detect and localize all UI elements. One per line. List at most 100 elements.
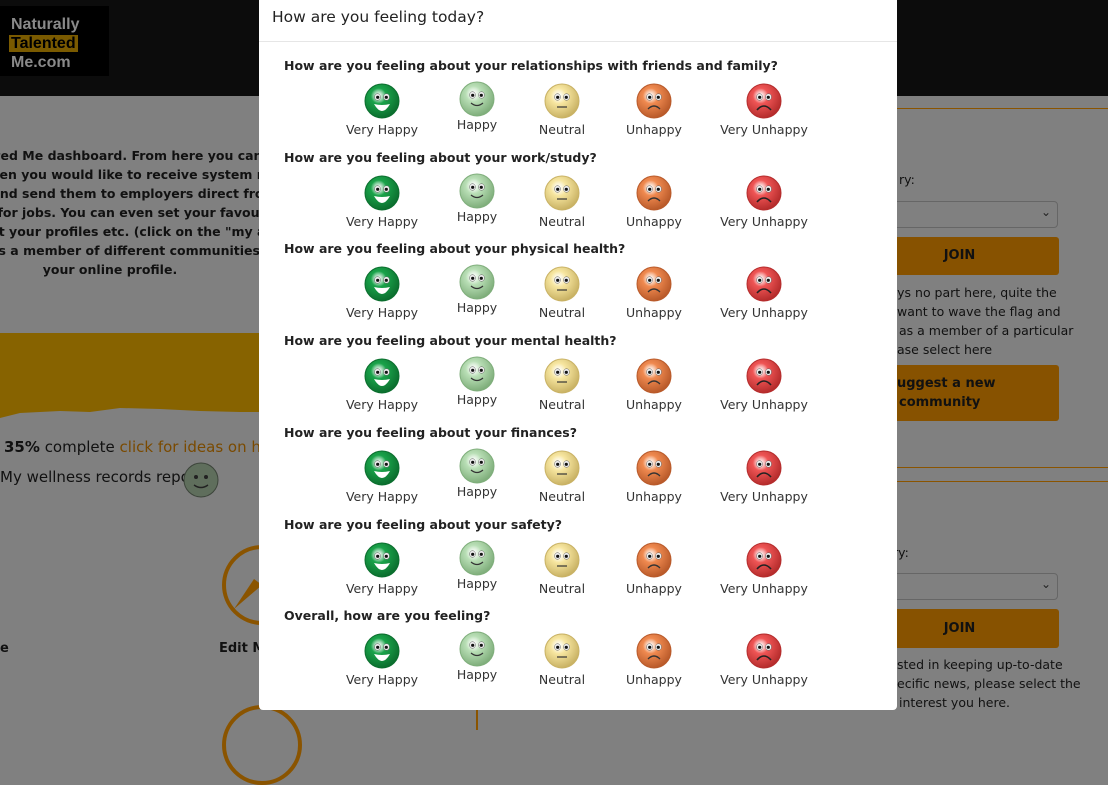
mood-option-very-unhappy[interactable]: Very Unhappy: [714, 633, 814, 687]
mood-option-very-unhappy[interactable]: Very Unhappy: [714, 266, 814, 320]
mood-option-very-happy[interactable]: Very Happy: [332, 542, 432, 596]
very-happy-face-icon: [332, 542, 432, 578]
mood-option-label: Neutral: [538, 122, 586, 137]
unhappy-face-icon: [604, 633, 704, 669]
info-text: sted in keeping up-to-date: [897, 657, 1063, 672]
mood-option-label: Very Happy: [345, 488, 419, 504]
mood-option-unhappy[interactable]: Unhappy: [604, 358, 704, 412]
mood-option-label: Neutral: [538, 397, 586, 413]
wellness-report-link[interactable]: My wellness records report: [0, 468, 202, 486]
very-unhappy-face-icon: [714, 83, 814, 119]
mood-option-neutral[interactable]: Neutral: [512, 358, 612, 412]
very-unhappy-face-icon: [714, 266, 814, 302]
mood-option-neutral[interactable]: Neutral: [512, 542, 612, 596]
neutral-face-icon: [512, 450, 612, 486]
mood-option-very-happy[interactable]: Very Happy: [332, 83, 432, 137]
join-label: JOIN: [943, 621, 976, 636]
mood-option-unhappy[interactable]: Unhappy: [604, 450, 704, 504]
divider: [880, 108, 1108, 109]
mood-option-neutral[interactable]: Neutral: [512, 83, 612, 137]
mood-option-label: Neutral: [538, 488, 586, 504]
very-happy-face-icon: [332, 175, 432, 211]
mood-option-unhappy[interactable]: Unhappy: [604, 175, 704, 229]
site-logo[interactable]: Naturally Talented Me.com: [0, 6, 109, 76]
mood-option-very-happy[interactable]: Very Happy: [332, 633, 432, 687]
mood-option-label: Very Unhappy: [720, 122, 808, 137]
mood-option-very-happy[interactable]: Very Happy: [332, 266, 432, 320]
question-label: How are you feeling about your mental he…: [284, 333, 617, 349]
mood-option-label: Unhappy: [626, 122, 682, 137]
mood-option-label: Very Happy: [345, 122, 419, 137]
mood-option-label: Neutral: [538, 580, 586, 596]
question-label: How are you feeling about your finances?: [284, 424, 577, 440]
mood-option-neutral[interactable]: Neutral: [512, 175, 612, 229]
very-unhappy-face-icon: [714, 542, 814, 578]
mood-option-label: Very Happy: [345, 213, 419, 229]
tile-label[interactable]: e: [0, 641, 9, 656]
very-happy-face-icon: [332, 450, 432, 486]
mood-option-label: Unhappy: [626, 213, 682, 229]
mood-option-label: Unhappy: [626, 488, 682, 504]
mood-option-label: Very Unhappy: [720, 213, 808, 229]
mood-option-label: Very Unhappy: [720, 397, 808, 413]
mood-option-very-unhappy[interactable]: Very Unhappy: [714, 542, 814, 596]
modal-title: How are you feeling today?: [272, 8, 485, 26]
logo-text: Talented: [9, 35, 78, 52]
very-unhappy-face-icon: [714, 358, 814, 394]
mood-option-label: Very Happy: [345, 672, 419, 688]
mood-option-label: Unhappy: [626, 397, 682, 413]
mood-option-unhappy[interactable]: Unhappy: [604, 266, 704, 320]
info-text: lays no part here, quite the: [886, 285, 1057, 300]
unhappy-face-icon: [604, 83, 704, 119]
mood-option-unhappy[interactable]: Unhappy: [604, 83, 704, 137]
neutral-face-icon: [512, 633, 612, 669]
mood-option-label: Very Happy: [345, 580, 419, 596]
mood-option-neutral[interactable]: Neutral: [512, 450, 612, 504]
mood-option-label: Unhappy: [626, 672, 682, 688]
unhappy-face-icon: [604, 175, 704, 211]
wellness-modal: How are you feeling today? How are you f…: [259, 0, 897, 710]
progress-percent: 35%: [4, 438, 40, 456]
mood-option-neutral[interactable]: Neutral: [512, 266, 612, 320]
question-label: How are you feeling about your work/stud…: [284, 149, 597, 165]
unhappy-face-icon: [604, 358, 704, 394]
mood-option-label: Neutral: [538, 213, 586, 229]
divider: [880, 481, 1108, 482]
mood-option-very-unhappy[interactable]: Very Unhappy: [714, 175, 814, 229]
logo-text: Me.com: [11, 54, 71, 71]
very-unhappy-face-icon: [714, 450, 814, 486]
info-text: as a member of a particular: [899, 323, 1074, 338]
divider: [880, 467, 1108, 468]
mood-option-label: Very Unhappy: [720, 672, 808, 688]
unhappy-face-icon: [604, 450, 704, 486]
unhappy-face-icon: [604, 542, 704, 578]
very-happy-face-icon: [332, 266, 432, 302]
mood-option-unhappy[interactable]: Unhappy: [604, 633, 704, 687]
progress-ideas-link[interactable]: click for ideas on how: [120, 438, 283, 456]
question-label: How are you feeling about your relations…: [284, 58, 778, 73]
unhappy-face-icon: [604, 266, 704, 302]
mood-option-unhappy[interactable]: Unhappy: [604, 542, 704, 596]
wellness-face-icon[interactable]: [183, 462, 219, 502]
mood-option-very-happy[interactable]: Very Happy: [332, 358, 432, 412]
question-label: Overall, how are you feeling?: [284, 608, 491, 624]
mood-option-very-unhappy[interactable]: Very Unhappy: [714, 450, 814, 504]
very-happy-face-icon: [332, 83, 432, 119]
mood-option-neutral[interactable]: Neutral: [512, 633, 612, 687]
profile-progress: 35% complete click for ideas on how: [4, 438, 282, 456]
tile-icon[interactable]: [222, 705, 302, 785]
chevron-down-icon: ⌄: [1040, 205, 1051, 219]
mood-option-very-unhappy[interactable]: Very Unhappy: [714, 358, 814, 412]
mood-option-label: Neutral: [538, 305, 586, 321]
mood-option-label: Very Unhappy: [720, 305, 808, 321]
community-label: ry:: [899, 172, 915, 187]
join-label: JOIN: [943, 248, 976, 263]
info-text: interest you here.: [899, 695, 1011, 710]
neutral-face-icon: [512, 542, 612, 578]
logo-text: Naturally: [11, 16, 80, 33]
info-text: ecific news, please select the: [897, 676, 1081, 691]
mood-option-very-happy[interactable]: Very Happy: [332, 450, 432, 504]
mood-option-label: Neutral: [538, 672, 586, 688]
mood-option-very-happy[interactable]: Very Happy: [332, 175, 432, 229]
mood-option-very-unhappy[interactable]: Very Unhappy: [714, 83, 814, 137]
